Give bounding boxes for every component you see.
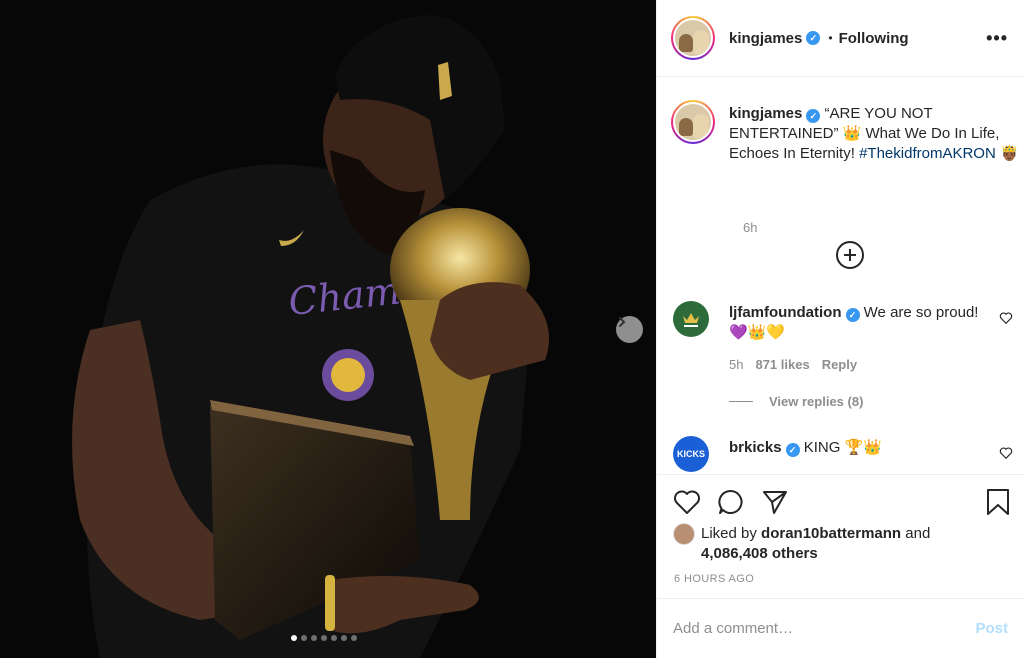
comments-list[interactable]: kingjames ✓ “ARE YOU NOT ENTERTAINED” 👑 W… bbox=[657, 78, 1024, 474]
pagination-dot bbox=[321, 635, 327, 641]
comment-body: KING 🏆👑 bbox=[803, 439, 882, 456]
save-button[interactable] bbox=[986, 488, 1010, 516]
liked-by-middle: and bbox=[901, 525, 931, 542]
photo-illustration: Champions bbox=[72, 15, 550, 658]
comment-input[interactable] bbox=[673, 620, 976, 637]
separator-dot: • bbox=[828, 31, 833, 45]
caption-text: kingjames ✓ “ARE YOU NOT ENTERTAINED” 👑 W… bbox=[729, 104, 1019, 164]
liked-by-prefix: Liked by bbox=[701, 525, 762, 542]
hashtag-link[interactable]: #ThekidfromAKRON bbox=[859, 145, 996, 162]
comment-time[interactable]: 5h bbox=[729, 357, 743, 372]
following-button[interactable]: Following bbox=[839, 30, 909, 47]
liker-username[interactable]: doran10battermann bbox=[761, 525, 901, 542]
commenter-username[interactable]: brkicks bbox=[729, 439, 782, 456]
load-more-comments-button[interactable] bbox=[836, 241, 864, 269]
author-username[interactable]: kingjames bbox=[729, 30, 802, 47]
caption-emoji: 🤴🏾 bbox=[999, 145, 1019, 162]
action-bar bbox=[673, 487, 1010, 517]
post-actions: Liked by doran10battermann and 4,086,408… bbox=[657, 474, 1024, 598]
pagination-dot bbox=[351, 635, 357, 641]
commenter-avatar[interactable]: KICKS bbox=[673, 436, 709, 472]
comment-likes[interactable]: 871 likes bbox=[755, 357, 809, 372]
liked-by-text: Liked by doran10battermann and 4,086,408… bbox=[701, 524, 930, 564]
bookmark-icon bbox=[987, 489, 1009, 515]
caption-time[interactable]: 6h bbox=[743, 220, 757, 235]
post-header: kingjames ✓ • Following ••• bbox=[657, 0, 1024, 77]
comment-like-heart-icon[interactable] bbox=[999, 446, 1013, 460]
add-comment-bar: Post bbox=[657, 598, 1024, 658]
commenter-username[interactable]: ljfamfoundation bbox=[729, 304, 842, 321]
next-photo-button[interactable] bbox=[616, 316, 643, 343]
share-button[interactable] bbox=[761, 488, 789, 516]
comment-text: ljfamfoundation ✓ We are so proud! 💜👑💛 bbox=[729, 303, 987, 343]
post-photo[interactable]: Champions bbox=[0, 0, 656, 658]
author-avatar[interactable] bbox=[671, 16, 715, 60]
verified-badge-icon: ✓ bbox=[845, 308, 860, 322]
comment-meta: 5h 871 likes Reply bbox=[729, 357, 857, 372]
verified-badge-icon: ✓ bbox=[806, 31, 821, 45]
pagination-dot bbox=[311, 635, 317, 641]
view-replies-label: View replies (8) bbox=[769, 394, 864, 409]
verified-badge-icon: ✓ bbox=[806, 109, 821, 123]
like-button[interactable] bbox=[673, 489, 701, 515]
liked-by-others[interactable]: 4,086,408 others bbox=[701, 545, 818, 562]
pagination-dot bbox=[291, 635, 297, 641]
chevron-right-icon bbox=[619, 317, 626, 327]
pagination-dot bbox=[331, 635, 337, 641]
caption-username[interactable]: kingjames bbox=[729, 105, 802, 122]
photo-pagination bbox=[291, 635, 357, 641]
comment-icon bbox=[718, 490, 743, 514]
foundation-logo-icon bbox=[683, 313, 699, 327]
view-replies-line bbox=[729, 401, 753, 402]
pagination-dot bbox=[341, 635, 347, 641]
comment-item: KICKS brkicks ✓ KING 🏆👑 bbox=[673, 436, 1013, 474]
paper-plane-icon bbox=[763, 491, 787, 514]
post-comment-button[interactable]: Post bbox=[975, 620, 1008, 637]
post-side-panel: kingjames ✓ • Following ••• kingjames ✓ “… bbox=[656, 0, 1024, 658]
caption-avatar[interactable] bbox=[671, 100, 715, 144]
verified-badge-icon: ✓ bbox=[785, 443, 800, 457]
liker-avatar[interactable] bbox=[673, 523, 695, 545]
post-timestamp[interactable]: 6 HOURS AGO bbox=[674, 573, 754, 585]
heart-icon bbox=[674, 490, 700, 514]
pagination-dot bbox=[301, 635, 307, 641]
comment-reply-button[interactable]: Reply bbox=[822, 357, 857, 372]
commenter-avatar[interactable] bbox=[673, 301, 709, 337]
liked-by: Liked by doran10battermann and 4,086,408… bbox=[673, 523, 930, 564]
more-options-icon[interactable]: ••• bbox=[986, 28, 1008, 49]
brkicks-logo-icon: KICKS bbox=[676, 449, 705, 459]
view-replies-button[interactable]: View replies (8) bbox=[729, 394, 863, 409]
comment-item: ljfamfoundation ✓ We are so proud! 💜👑💛 5h… bbox=[673, 301, 1013, 411]
plus-circle-icon bbox=[844, 249, 856, 261]
comment-text: brkicks ✓ KING 🏆👑 bbox=[729, 438, 987, 458]
comment-like-heart-icon[interactable] bbox=[999, 311, 1013, 325]
comment-button[interactable] bbox=[717, 488, 745, 516]
